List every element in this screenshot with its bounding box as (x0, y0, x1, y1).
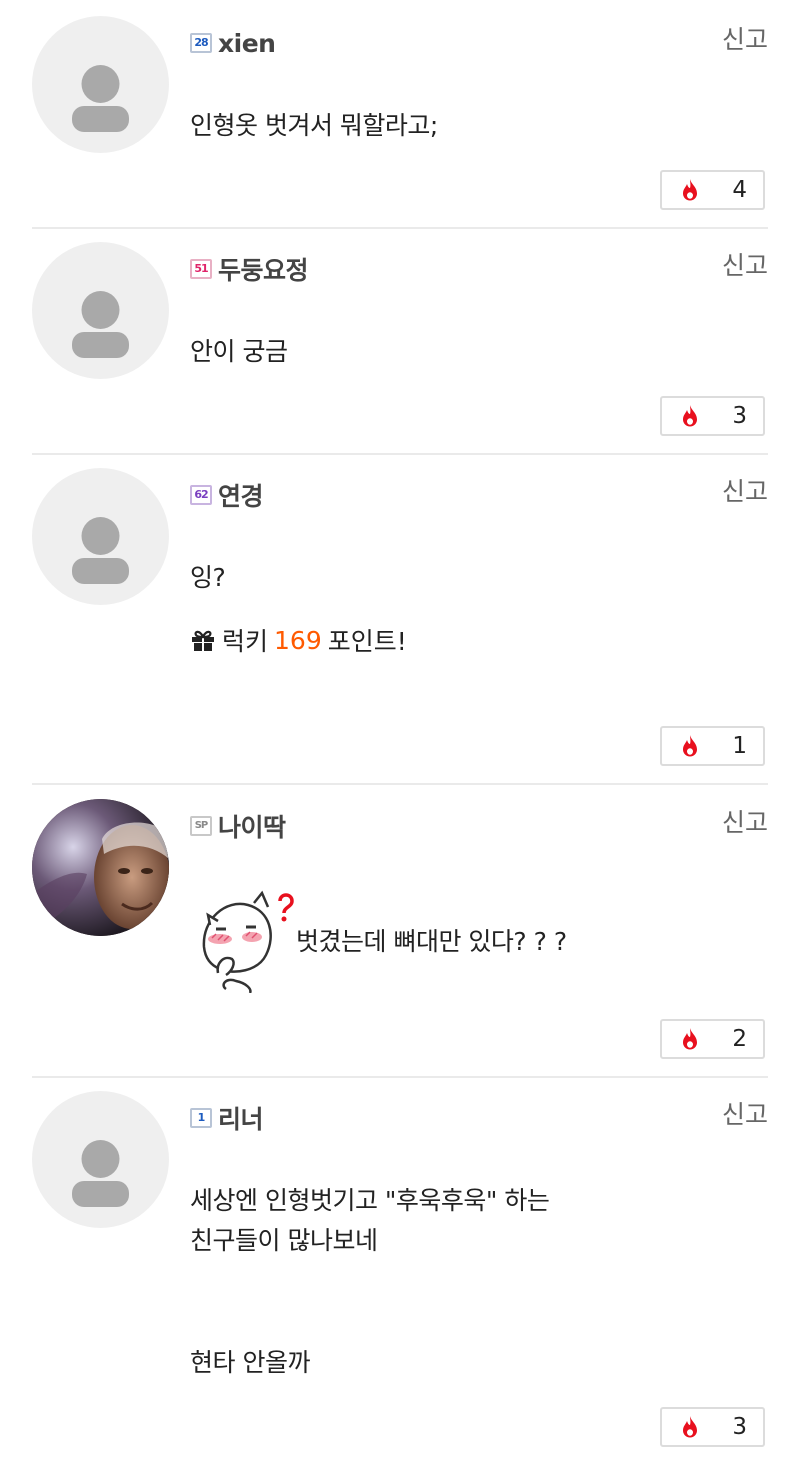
user-silhouette-icon (72, 1140, 129, 1207)
gift-icon (192, 630, 214, 651)
profile-photo-image (32, 799, 169, 936)
nickname: 리너 (218, 1105, 264, 1134)
report-button[interactable]: 신고 (722, 20, 768, 56)
level-badge: 1 (190, 1108, 212, 1128)
comment-text: 잉? (190, 563, 226, 592)
lucky-prefix: 럭키 (222, 627, 269, 656)
comment-text: 안이 궁금 (190, 337, 288, 366)
lucky-points: 럭키 169 포인트! (190, 622, 407, 658)
level-badge: SP (190, 816, 212, 836)
comment-text-line-2: 친구들이 많나보네 (190, 1226, 378, 1255)
fire-icon (683, 1416, 697, 1438)
nickname: 나이딱 (218, 813, 286, 842)
comment-text-line-3: 현타 안올까 (190, 1348, 310, 1377)
like-count: 1 (732, 733, 747, 759)
nickname: xien (218, 28, 276, 58)
level-badge: 28 (190, 33, 212, 53)
like-count: 4 (732, 177, 747, 203)
level-badge: 62 (190, 485, 212, 505)
comment-text-line-1: 세상엔 인형벗기고 "후욱후욱" 하는 (190, 1186, 550, 1215)
comment-author[interactable]: 28 xien (190, 26, 276, 60)
report-button[interactable]: 신고 (722, 1095, 768, 1131)
user-silhouette-icon (72, 517, 129, 584)
fire-icon (683, 735, 697, 757)
fire-icon (683, 405, 697, 427)
like-count: 3 (732, 1414, 747, 1440)
like-button[interactable]: 4 (660, 170, 765, 210)
level-badge: 51 (190, 259, 212, 279)
divider (32, 453, 768, 455)
comment-author[interactable]: 62 연경 (190, 478, 264, 512)
default-avatar[interactable] (32, 16, 169, 153)
divider (32, 1076, 768, 1078)
comment-text: 인형옷 벗겨서 뭐할라고; (190, 111, 438, 140)
default-avatar[interactable] (32, 1091, 169, 1228)
like-button[interactable]: 1 (660, 726, 765, 766)
nickname: 연경 (218, 482, 264, 511)
like-count: 3 (732, 403, 747, 429)
comment-author[interactable]: 51 두둥요정 (190, 252, 309, 286)
fire-icon (683, 1028, 697, 1050)
like-button[interactable]: 3 (660, 396, 765, 436)
default-avatar[interactable] (32, 242, 169, 379)
fire-icon (683, 179, 697, 201)
divider (32, 783, 768, 785)
report-button[interactable]: 신고 (722, 472, 768, 508)
emoticon-image (196, 889, 296, 994)
comment-author[interactable]: SP 나이딱 (190, 809, 286, 843)
user-silhouette-icon (72, 291, 129, 358)
report-button[interactable]: 신고 (722, 803, 768, 839)
like-button[interactable]: 2 (660, 1019, 765, 1059)
user-silhouette-icon (72, 65, 129, 132)
nickname: 두둥요정 (218, 256, 309, 285)
report-button[interactable]: 신고 (722, 246, 768, 282)
comment-author[interactable]: 1 리너 (190, 1101, 264, 1135)
divider (32, 227, 768, 229)
lucky-suffix: 포인트! (327, 627, 407, 656)
comment-text: 벗겼는데 뼈대만 있다? ? ? (296, 927, 567, 956)
lucky-points-value: 169 (274, 625, 322, 655)
like-count: 2 (732, 1026, 747, 1052)
profile-photo-avatar[interactable] (32, 799, 169, 936)
default-avatar[interactable] (32, 468, 169, 605)
like-button[interactable]: 3 (660, 1407, 765, 1447)
